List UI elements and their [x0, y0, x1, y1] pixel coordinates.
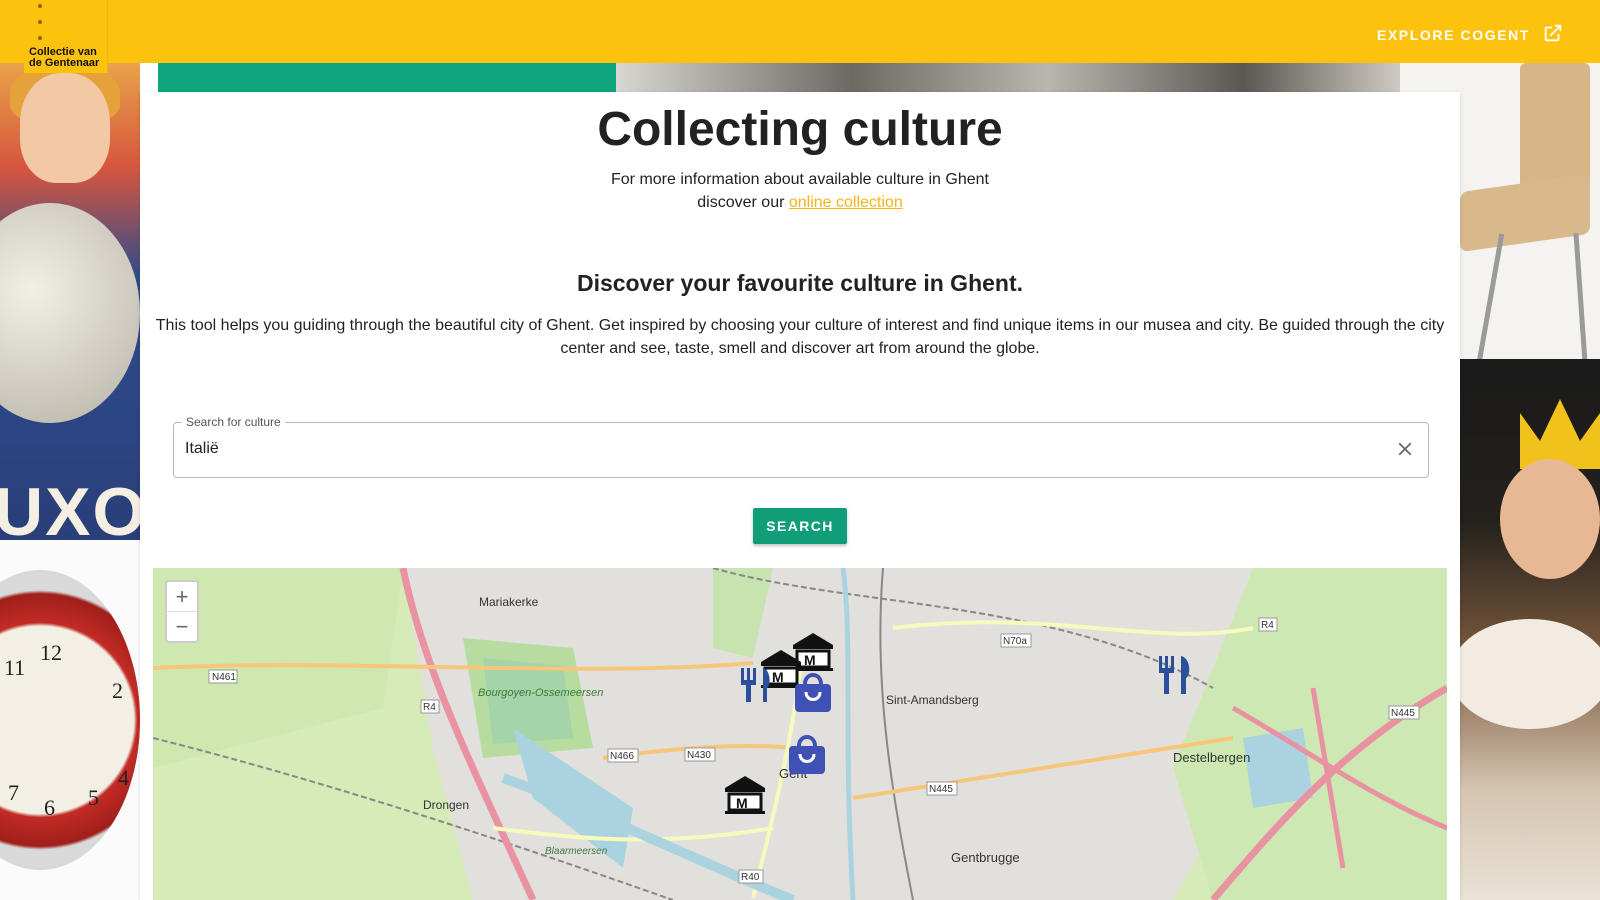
- svg-text:M: M: [772, 669, 784, 685]
- place-label: Blaarmeersen: [545, 846, 608, 857]
- background-photo-strip: [616, 63, 1400, 93]
- section-heading: Discover your favourite culture in Ghent…: [576, 270, 1024, 296]
- place-label: Drongen: [423, 798, 469, 812]
- place-label: Bourgoyen-Ossemeersen: [478, 687, 603, 699]
- external-link-icon: [1542, 22, 1564, 47]
- road-label: N461: [212, 672, 236, 683]
- road-label: N445: [929, 784, 953, 795]
- svg-text:M: M: [804, 652, 816, 668]
- road-label: N430: [687, 750, 711, 761]
- zoom-control: + −: [165, 580, 199, 643]
- description-text: This tool helps you guiding through the …: [155, 317, 1445, 357]
- road-label: N466: [610, 751, 634, 762]
- road-label: R4: [1261, 620, 1274, 631]
- intro-prefix: discover our: [697, 194, 789, 211]
- zoom-in-button[interactable]: +: [167, 582, 197, 612]
- svg-text:M: M: [736, 795, 748, 811]
- road-label: N445: [1391, 708, 1415, 719]
- map[interactable]: + − Mariakerke Bourgoyen-Ossemeersen Sin…: [153, 568, 1447, 900]
- top-bar: EXPLORE COGENT: [0, 0, 1600, 63]
- explore-cogent-label: EXPLORE COGENT: [1376, 26, 1530, 43]
- search-field-label: Search for culture: [182, 415, 285, 429]
- background-green-panel: [158, 63, 616, 93]
- road-label: N70a: [1003, 636, 1027, 647]
- main-card: Collecting culture For more information …: [140, 92, 1460, 900]
- road-label: R4: [423, 702, 436, 713]
- page-title: Collecting culture: [597, 103, 1003, 156]
- place-label: Mariakerke: [479, 595, 539, 609]
- search-input[interactable]: Italië: [185, 440, 219, 458]
- place-label: Sint-Amandsberg: [886, 693, 979, 707]
- intro-line-1: For more information about available cul…: [611, 171, 989, 188]
- online-collection-link[interactable]: online collection: [789, 194, 903, 211]
- map-tiles: Mariakerke Bourgoyen-Ossemeersen Sint-Am…: [153, 568, 1447, 900]
- explore-cogent-link[interactable]: EXPLORE COGENT: [1377, 22, 1564, 47]
- logo[interactable]: Collectie van de Gentenaar: [24, 0, 108, 73]
- background-clock-image: 11 12 2 4 5 6 7: [0, 540, 140, 900]
- search-culture-field[interactable]: Search for culture Italië: [173, 415, 1429, 478]
- poster-text: UXO: [0, 474, 140, 540]
- place-label: Gentbrugge: [951, 850, 1020, 865]
- background-poster-image: UXO: [0, 63, 140, 540]
- place-label: Destelbergen: [1173, 750, 1250, 765]
- logo-line-2: de Gentenaar: [29, 57, 100, 69]
- road-label: R40: [741, 872, 760, 883]
- clear-icon[interactable]: [1394, 438, 1416, 460]
- intro-text: For more information about available cul…: [140, 168, 1460, 214]
- zoom-out-button[interactable]: −: [167, 612, 197, 641]
- search-button[interactable]: SEARCH: [753, 508, 847, 544]
